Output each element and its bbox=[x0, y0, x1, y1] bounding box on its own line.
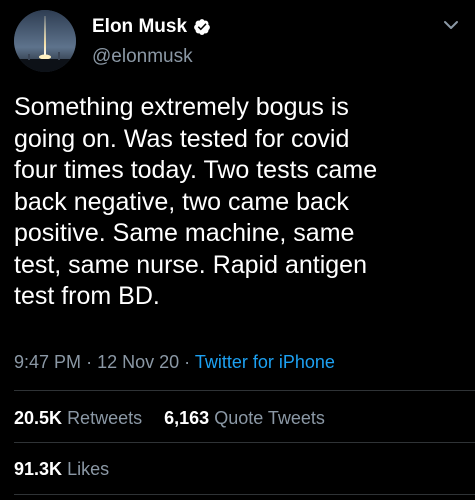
tweet-text-line: Something extremely bogus is bbox=[14, 93, 349, 121]
display-name-row: Elon Musk bbox=[92, 14, 392, 40]
like-stats: 91.3K Likes bbox=[14, 459, 109, 480]
author-names: Elon Musk @elonmusk bbox=[92, 14, 392, 68]
retweets-count: 20.5K bbox=[14, 408, 63, 428]
tweet-text-line: going on. Was tested for covid bbox=[14, 124, 350, 153]
quote-tweets-label: Quote Tweets bbox=[214, 408, 325, 428]
tweet-source-link[interactable]: Twitter for iPhone bbox=[195, 352, 335, 372]
likes-link[interactable]: 91.3K Likes bbox=[14, 459, 109, 479]
retweets-label: Retweets bbox=[67, 408, 143, 428]
likes-label: Likes bbox=[67, 459, 110, 479]
tweet-text-line: four times today. Two tests came bbox=[14, 156, 378, 184]
divider bbox=[14, 442, 475, 443]
quote-tweets-count: 6,163 bbox=[164, 408, 210, 428]
chevron-down-icon[interactable] bbox=[443, 18, 459, 30]
divider bbox=[14, 390, 475, 391]
avatar[interactable] bbox=[14, 10, 76, 72]
meta-separator: · bbox=[86, 352, 93, 372]
tweet-text: Something extremely bogus is going on. W… bbox=[14, 92, 464, 313]
divider bbox=[14, 494, 475, 495]
tweet-header: Elon Musk @elonmusk bbox=[14, 10, 461, 74]
tweet-date[interactable]: 12 Nov 20 bbox=[97, 352, 179, 372]
rocket-launch-avatar-icon bbox=[14, 10, 76, 72]
handle[interactable]: @elonmusk bbox=[92, 46, 392, 68]
verified-badge-icon bbox=[193, 18, 211, 36]
tweet-text-line: test, same nurse. Rapid antigen bbox=[14, 250, 367, 279]
retweet-stats: 20.5K Retweets 6,163 Quote Tweets bbox=[14, 408, 325, 429]
tweet-text-line: back negative, two came back bbox=[14, 187, 349, 216]
likes-count: 91.3K bbox=[14, 459, 63, 479]
tweet-text-line: positive. Same machine, same bbox=[14, 219, 355, 247]
tweet-text-line: test from BD. bbox=[14, 282, 160, 310]
retweets-link[interactable]: 20.5K Retweets bbox=[14, 408, 147, 428]
tweet-card: Elon Musk @elonmusk Something extremely … bbox=[0, 0, 475, 500]
display-name[interactable]: Elon Musk bbox=[92, 16, 187, 38]
tweet-meta: 9:47 PM · 12 Nov 20 · Twitter for iPhone bbox=[14, 352, 335, 373]
quote-tweets-link[interactable]: 6,163 Quote Tweets bbox=[164, 408, 325, 428]
meta-separator: · bbox=[184, 352, 191, 372]
tweet-time[interactable]: 9:47 PM bbox=[14, 352, 81, 372]
